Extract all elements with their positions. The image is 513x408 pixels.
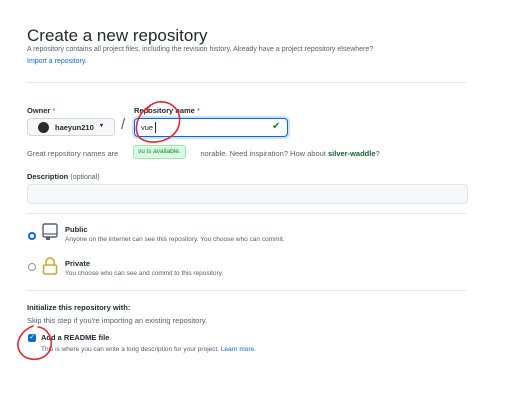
owner-repo-separator: /: [121, 116, 126, 133]
add-readme-label[interactable]: Add a README file: [41, 333, 109, 342]
owner-label-text: Owner: [27, 106, 51, 115]
hint-prefix: Great repository names are: [27, 149, 119, 158]
add-readme-checkbox[interactable]: ✓: [28, 334, 36, 342]
import-repository-link[interactable]: Import a repository.: [27, 58, 87, 65]
owner-dropdown[interactable]: haeyun210 ▾: [27, 118, 115, 136]
repo-icon: [42, 223, 58, 241]
avatar: [38, 122, 49, 133]
owner-name: haeyun210: [55, 122, 94, 132]
visibility-public-title: Public: [65, 225, 88, 234]
visibility-divider: [27, 290, 467, 291]
repository-name-hint: Great repository names are norable. Need…: [27, 149, 380, 158]
description-divider: [27, 213, 467, 214]
description-optional-text: (optional): [70, 174, 100, 181]
header-divider: [27, 82, 467, 83]
visibility-private-title: Private: [65, 259, 91, 268]
repository-required-mark: *: [196, 106, 200, 115]
page-title: Create a new repository: [27, 26, 208, 45]
visibility-public-description: Anyone on the internet can see this repo…: [65, 236, 285, 243]
text-cursor: [155, 122, 156, 133]
name-suggestion-link[interactable]: silver-waddle: [328, 149, 376, 158]
check-icon: ✔: [272, 121, 281, 132]
owner-label: Owner *: [27, 106, 55, 115]
lock-icon: [42, 257, 58, 275]
visibility-private-radio[interactable]: [28, 263, 36, 271]
owner-required-mark: *: [52, 106, 56, 115]
annotation-circle-readme: [17, 325, 53, 361]
repository-name-input[interactable]: vue ✔: [134, 118, 288, 137]
chevron-down-icon: ▾: [100, 123, 104, 129]
readme-description-text: This is where you can write a long descr…: [41, 346, 220, 353]
repository-name-label: Repository name *: [134, 106, 200, 115]
initialize-title: Initialize this repository with:: [27, 303, 131, 312]
description-label-text: Description: [27, 172, 69, 181]
initialize-description: Skip this step if you're importing an ex…: [27, 316, 208, 325]
availability-tooltip: vu is available.: [133, 145, 186, 159]
page-subtitle: A repository contains all project files,…: [27, 46, 374, 53]
repository-name-value: vue: [141, 123, 154, 132]
repository-name-label-text: Repository name: [134, 106, 195, 115]
hint-middle: norable. Need inspiration? How about: [200, 149, 326, 158]
learn-more-link[interactable]: Learn more.: [221, 346, 256, 353]
add-readme-description: This is where you can write a long descr…: [41, 346, 256, 353]
hint-suffix: ?: [375, 149, 380, 158]
visibility-public-radio[interactable]: [28, 232, 36, 240]
description-input[interactable]: [27, 184, 468, 204]
visibility-private-description: You choose who can see and commit to thi…: [65, 270, 224, 277]
description-label: Description (optional): [27, 172, 100, 181]
